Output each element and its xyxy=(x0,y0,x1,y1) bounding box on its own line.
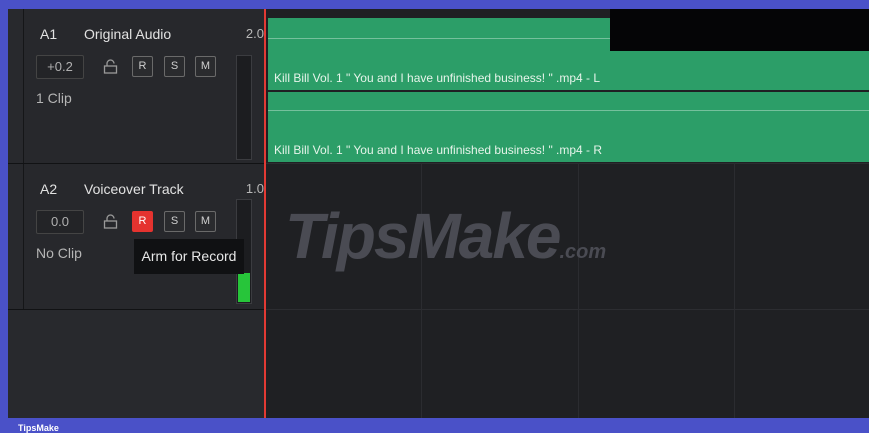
track-name[interactable]: Original Audio xyxy=(84,26,171,42)
track-volume-field[interactable]: +0.2 xyxy=(36,55,84,79)
record-arm-button[interactable]: R xyxy=(132,56,153,77)
track-color-strip xyxy=(8,164,24,309)
track-header-a2[interactable]: A2 Voiceover Track 1.0 0.0 R S M No Clip xyxy=(8,164,266,310)
tooltip: Arm for Record xyxy=(134,239,244,274)
solo-button[interactable]: S xyxy=(164,211,185,232)
clip-waveform xyxy=(268,110,869,111)
clip-count: No Clip xyxy=(36,245,82,261)
mute-button[interactable]: M xyxy=(195,56,216,77)
lock-icon[interactable] xyxy=(103,214,118,229)
track-channels: 1.0 xyxy=(245,181,264,196)
meter-fill xyxy=(238,273,250,302)
clip-count: 1 Clip xyxy=(36,90,72,106)
record-arm-button[interactable]: R xyxy=(132,211,153,232)
track-color-strip xyxy=(8,9,24,163)
clip-title: Kill Bill Vol. 1 " You and I have unfini… xyxy=(274,71,601,85)
track-divider xyxy=(266,309,869,310)
track-id: A1 xyxy=(40,26,58,42)
audio-clip-right[interactable]: Kill Bill Vol. 1 " You and I have unfini… xyxy=(268,92,869,162)
playhead[interactable] xyxy=(264,9,266,418)
solo-button[interactable]: S xyxy=(164,56,185,77)
track-volume-field[interactable]: 0.0 xyxy=(36,210,84,234)
footer-brand: TipsMake xyxy=(18,423,59,433)
grid-line xyxy=(734,163,735,418)
clip-title: Kill Bill Vol. 1 " You and I have unfini… xyxy=(274,143,603,157)
overlay-panel xyxy=(610,9,869,51)
track-id: A2 xyxy=(40,181,58,197)
mute-button[interactable]: M xyxy=(195,211,216,232)
track-headers-panel: A1 Original Audio 2.0 +0.2 R S M 1 Clip … xyxy=(8,9,266,418)
track-divider xyxy=(266,163,869,164)
track-header-a1[interactable]: A1 Original Audio 2.0 +0.2 R S M 1 Clip xyxy=(8,9,266,164)
track-name[interactable]: Voiceover Track xyxy=(84,181,184,197)
track-channels: 2.0 xyxy=(245,26,264,41)
watermark: TipsMake.com xyxy=(285,200,607,272)
lock-icon[interactable] xyxy=(103,59,118,74)
audio-level-meter xyxy=(236,55,252,160)
audio-timeline-window: A1 Original Audio 2.0 +0.2 R S M 1 Clip … xyxy=(8,9,869,418)
